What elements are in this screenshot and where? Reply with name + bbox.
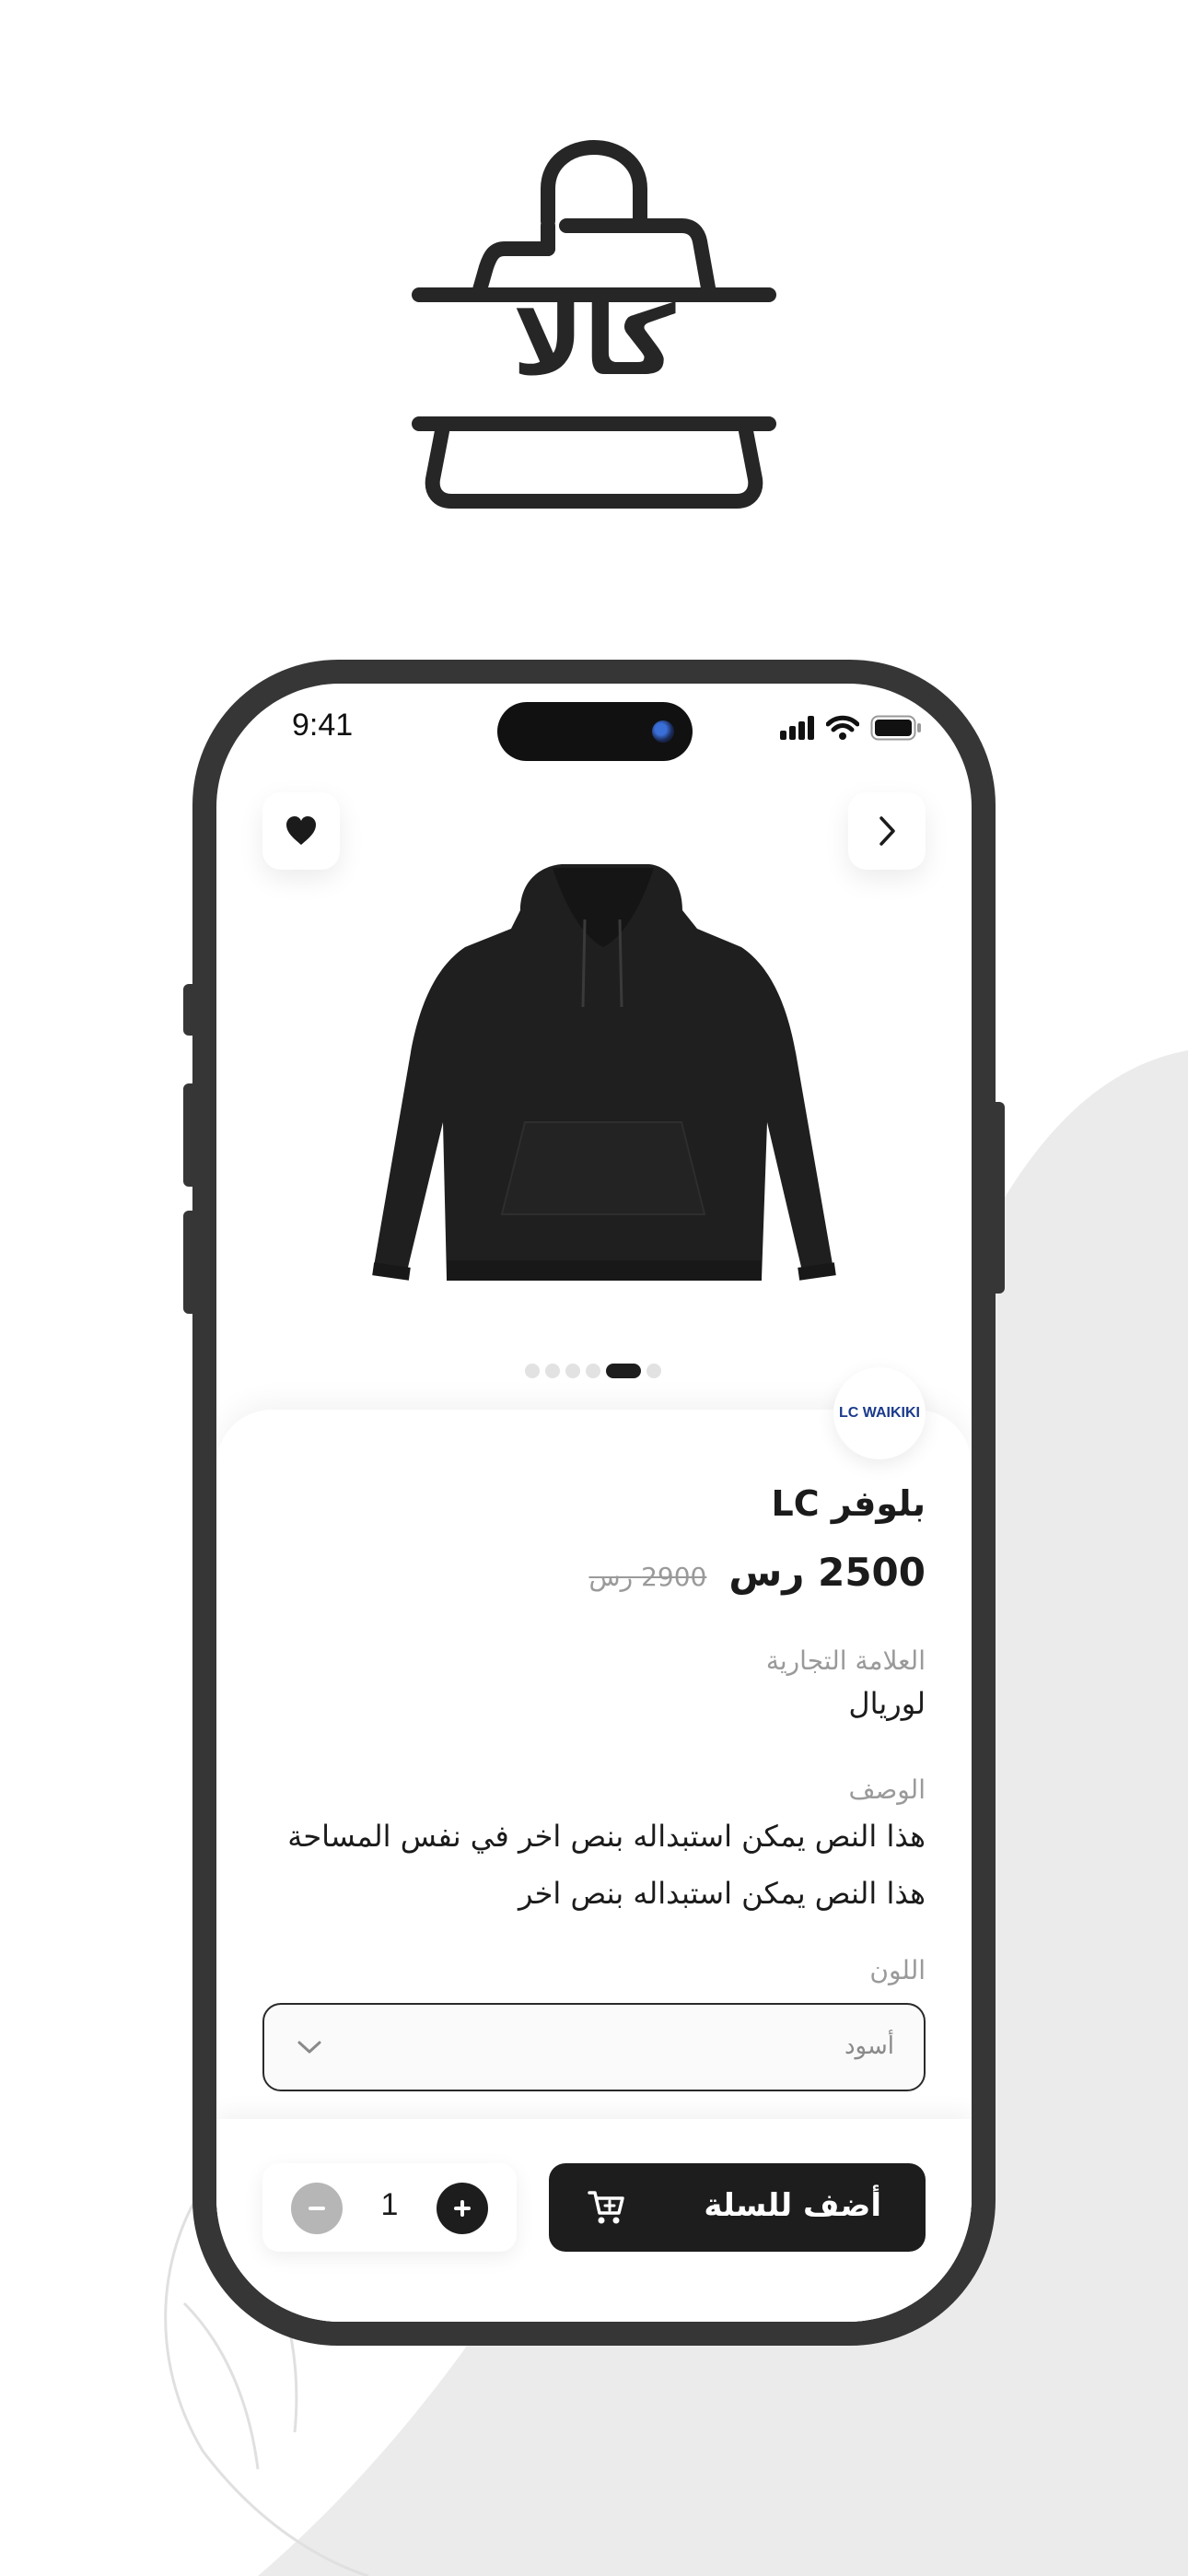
product-image-hoodie xyxy=(372,864,836,1281)
dynamic-island xyxy=(497,702,693,761)
product-price: 2500 رس xyxy=(728,1550,926,1595)
description-line-1: هذا النص يمكن استبداله بنص اخر في نفس ال… xyxy=(287,1819,926,1854)
brand-label: العلامة التجارية xyxy=(765,1645,926,1676)
status-time: 9:41 xyxy=(292,708,354,743)
add-to-cart-button[interactable]: أضف للسلة xyxy=(549,2163,926,2252)
description-line-2: هذا النص يمكن استبداله بنص اخر xyxy=(518,1876,926,1911)
increase-quantity-button[interactable] xyxy=(437,2183,488,2234)
color-label: اللون xyxy=(869,1955,926,1985)
phone-volume-up xyxy=(183,1083,198,1187)
price-row: 2500 رس 2900 رس xyxy=(588,1550,926,1595)
pagination-dot[interactable] xyxy=(545,1364,560,1378)
chevron-right-icon xyxy=(879,816,895,846)
next-button[interactable] xyxy=(848,792,926,870)
phone-power-button xyxy=(990,1102,1005,1294)
pagination-dot[interactable] xyxy=(565,1364,580,1378)
pagination-dot-active[interactable] xyxy=(606,1364,641,1378)
app-logo: كالا xyxy=(405,138,783,516)
signal-icon xyxy=(780,716,814,740)
pagination-dot[interactable] xyxy=(646,1364,661,1378)
description-label: الوصف xyxy=(848,1774,926,1805)
chevron-down-icon xyxy=(297,2041,321,2054)
cart-add-icon xyxy=(588,2191,624,2224)
pagination-dot[interactable] xyxy=(525,1364,540,1378)
status-icons xyxy=(780,715,922,741)
brand-value: لوريال xyxy=(848,1686,926,1721)
add-to-cart-label: أضف للسلة xyxy=(704,2187,881,2224)
product-old-price: 2900 رس xyxy=(588,1562,707,1592)
heart-icon xyxy=(286,816,316,845)
camera-icon xyxy=(652,720,674,743)
battery-icon xyxy=(870,715,921,741)
phone-screen: 9:41 LC WAIKIKI بلوفر LC 2500 رس 2900 رس… xyxy=(216,684,972,2322)
pagination-dot[interactable] xyxy=(586,1364,600,1378)
gallery-pagination xyxy=(525,1364,661,1378)
wifi-icon xyxy=(826,715,859,740)
phone-volume-down xyxy=(183,1211,198,1314)
quantity-stepper: 1 xyxy=(262,2163,517,2252)
product-title: بلوفر LC xyxy=(771,1483,926,1524)
brand-logo: LC WAIKIKI xyxy=(833,1367,926,1459)
plus-icon xyxy=(454,2200,471,2217)
logo-text: كالا xyxy=(512,285,676,397)
favorite-button[interactable] xyxy=(262,792,340,870)
color-select[interactable]: أسود xyxy=(262,2003,926,2091)
phone-silent-switch xyxy=(183,984,198,1036)
color-select-value: أسود xyxy=(844,2032,894,2060)
